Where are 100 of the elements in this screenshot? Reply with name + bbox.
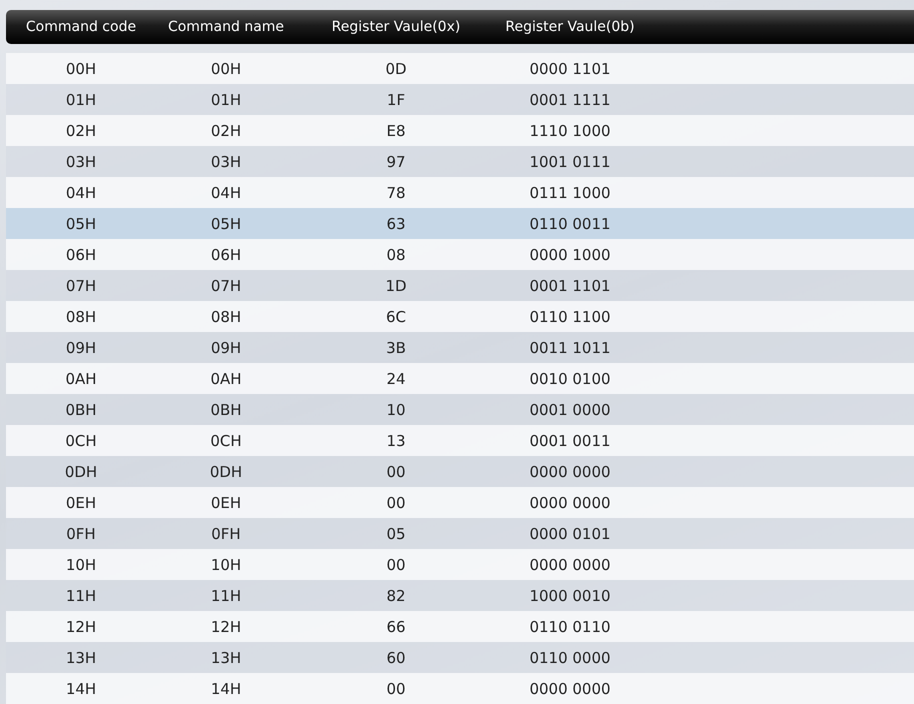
table-cell-text: 0AH xyxy=(64,370,98,388)
table-row[interactable]: 14H 14H 00 0000 0000 xyxy=(6,673,914,704)
table-row[interactable]: 04H 04H 78 0111 1000 xyxy=(6,177,914,208)
table-cell-text: 97 xyxy=(385,152,407,170)
table-row[interactable]: 0CH 0CH 13 0001 0011 xyxy=(6,425,914,456)
table-cell-text: 01H xyxy=(210,90,242,108)
table-cell-text: 6C xyxy=(384,308,408,326)
table-cell-text: 13H xyxy=(210,648,242,666)
table-cell-text: 0DH xyxy=(208,462,244,480)
table-cell-text: 66 xyxy=(385,618,407,636)
table-cell-text: 0CH xyxy=(64,432,98,450)
table-cell-text: 82 xyxy=(385,586,407,604)
column-header[interactable]: Register Vaule(0b) xyxy=(496,19,644,35)
table-cell-text: 12H xyxy=(64,618,98,636)
table-cell-text: 0000 1101 xyxy=(528,60,612,78)
table-cell-text: 14H xyxy=(64,680,98,698)
table-cell-text: 0000 0000 xyxy=(528,680,612,698)
table-row[interactable]: 0AH 0AH 24 0010 0100 xyxy=(6,363,914,394)
table-cell-text: 08 xyxy=(385,246,407,264)
table-cell-text: 06H xyxy=(210,246,242,264)
table-cell-text: 0001 1111 xyxy=(528,90,612,108)
table-cell-text: 00H xyxy=(210,60,242,78)
table-cell-text: 0D xyxy=(384,60,408,78)
table-cell-text: 00H xyxy=(64,60,98,78)
table-cell-text: 24 xyxy=(385,370,407,388)
table-cell-text: 04H xyxy=(210,184,242,202)
table-cell-text: 0011 1011 xyxy=(528,338,612,356)
table-cell-text: 0DH xyxy=(64,462,98,480)
table-cell-text: 1D xyxy=(384,276,408,294)
table-cell-text: 03H xyxy=(64,152,98,170)
table-cell-text: 11H xyxy=(64,586,98,604)
table-cell-text: 10H xyxy=(210,556,242,574)
table-cell-text: 0000 0000 xyxy=(528,462,612,480)
table-cell-text: E8 xyxy=(385,122,407,140)
table-cell-text: 0CH xyxy=(209,432,243,450)
table-cell-text: 0BH xyxy=(209,400,243,418)
table-cell-text: 08H xyxy=(64,308,98,326)
table-cell-text: 10H xyxy=(64,556,98,574)
table-row[interactable]: 12H 12H 66 0110 0110 xyxy=(6,611,914,642)
table-cell-text: 00 xyxy=(385,556,407,574)
table-cell-text: 14H xyxy=(210,680,242,698)
table-cell-text: 02H xyxy=(210,122,242,140)
table-cell-text: 3B xyxy=(385,338,407,356)
table-cell-text: 0001 0011 xyxy=(528,432,612,450)
table-cell-text: 78 xyxy=(385,184,407,202)
table-cell-text: 13 xyxy=(385,432,407,450)
table-cell-text: 1110 1000 xyxy=(528,122,612,140)
table-cell-text: 0110 0110 xyxy=(528,618,612,636)
table-row[interactable]: 06H 06H 08 0000 1000 xyxy=(6,239,914,270)
column-header[interactable]: Command name xyxy=(156,19,296,35)
table-cell-text: 63 xyxy=(385,214,407,232)
table-row[interactable]: 08H 08H 6C 0110 1100 xyxy=(6,301,914,332)
table-cell-text: 04H xyxy=(64,184,98,202)
table-cell-text: 02H xyxy=(64,122,98,140)
table-cell-text: 0001 0000 xyxy=(528,400,612,418)
table-cell-text: 0AH xyxy=(209,370,243,388)
table-cell-text: 0111 1000 xyxy=(528,184,612,202)
table-row[interactable]: 0EH 0EH 00 0000 0000 xyxy=(6,487,914,518)
table-cell-text: 09H xyxy=(64,338,98,356)
table-cell-text: 00 xyxy=(385,494,407,512)
table-cell-text: 01H xyxy=(64,90,98,108)
table-row[interactable]: 02H 02H E8 1110 1000 xyxy=(6,115,914,146)
table-cell-text: 10 xyxy=(385,400,407,418)
table-cell-text: 0010 0100 xyxy=(528,370,612,388)
table-cell-text: 0FH xyxy=(65,524,97,542)
table-row[interactable]: 00H 00H 0D 0000 1101 xyxy=(6,53,914,84)
table-cell-text: 06H xyxy=(64,246,98,264)
table-cell-text: 03H xyxy=(210,152,242,170)
column-header[interactable]: Register Vaule(0x) xyxy=(296,19,496,35)
table-cell-text: 0000 0000 xyxy=(528,494,612,512)
table-cell-text: 00 xyxy=(385,462,407,480)
table-cell-text: 60 xyxy=(385,648,407,666)
table-cell-text: 13H xyxy=(64,648,98,666)
table-cell-text: 11H xyxy=(210,586,242,604)
table-cell-text: 0110 0011 xyxy=(528,214,612,232)
table-cell-text: 00 xyxy=(385,680,407,698)
table-cell-text: 0BH xyxy=(64,400,98,418)
table-cell-text: 09H xyxy=(210,338,242,356)
table-cell-text: 1F xyxy=(386,90,406,108)
table-cell-text: 05H xyxy=(210,214,242,232)
table-cell-text: 0110 0000 xyxy=(528,648,612,666)
table-cell-text: 0EH xyxy=(64,494,98,512)
table-cell-text: 08H xyxy=(210,308,242,326)
table-cell-text: 0001 1101 xyxy=(528,276,612,294)
table-cell-text: 0000 1000 xyxy=(528,246,612,264)
table-cell-text: 05 xyxy=(385,524,407,542)
table-cell-text: 05H xyxy=(64,214,98,232)
table-cell-text: 0EH xyxy=(210,494,242,512)
table-cell-text: 1001 0111 xyxy=(528,152,612,170)
table-row[interactable]: 10H 10H 00 0000 0000 xyxy=(6,549,914,580)
table-cell-text: 07H xyxy=(210,276,242,294)
table-cell-text: 0110 1100 xyxy=(528,308,612,326)
column-header[interactable]: Command code xyxy=(6,19,156,35)
table-cell-text: 0000 0000 xyxy=(528,556,612,574)
table-row[interactable]: 05H 05H 63 0110 0011 xyxy=(6,208,914,239)
table-cell-text: 0FH xyxy=(210,524,242,542)
table-cell-text: 12H xyxy=(210,618,242,636)
table-cell-text: 0000 0101 xyxy=(528,524,612,542)
table-cell-text: 1000 0010 xyxy=(528,586,612,604)
table-cell-text: 07H xyxy=(64,276,98,294)
